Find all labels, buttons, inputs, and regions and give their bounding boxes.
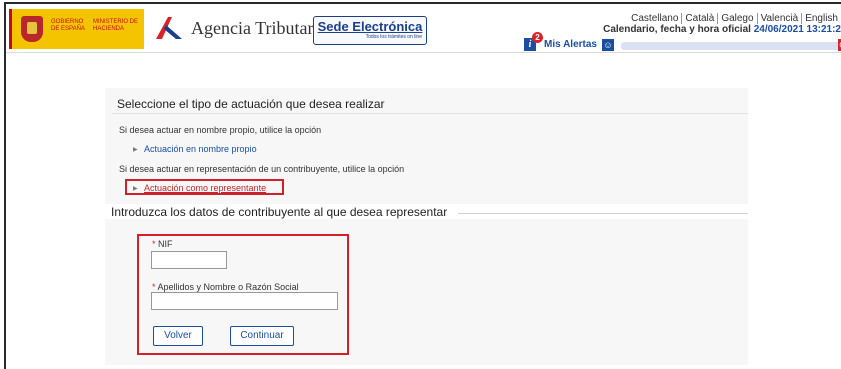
- highlight-box: [125, 179, 284, 195]
- language-selector: Castellano Català Galego Valencià English: [628, 13, 841, 24]
- agencia-tributaria-logo-icon[interactable]: [154, 15, 184, 41]
- name-label-text: Apellidos y Nombre o Razón Social: [157, 282, 299, 292]
- alerts-button[interactable]: i2 Mis Alertas: [524, 32, 597, 52]
- datetime-label[interactable]: Calendario, fecha y hora oficial: [603, 24, 751, 35]
- name-label: * Apellidos y Nombre o Razón Social: [152, 282, 299, 292]
- name-input[interactable]: [151, 292, 338, 310]
- ministerio-text: MINISTERIO DE HACIENDA: [93, 19, 139, 32]
- required-marker: *: [152, 282, 156, 292]
- agency-title[interactable]: Agencia Tributaria: [191, 18, 326, 39]
- arrow-right-icon: ▶: [133, 147, 138, 153]
- own-name-text: Si desea actuar en nombre propio, utilic…: [119, 125, 322, 135]
- alerts-count-badge: 2: [532, 32, 543, 43]
- user-icon[interactable]: ☺: [602, 39, 614, 51]
- gobierno-logo[interactable]: GOBIERNO DE ESPAÑA MINISTERIO DE HACIEND…: [9, 9, 144, 49]
- datetime-value: 24/06/2021 13:21:2: [753, 24, 841, 35]
- lang-valencia[interactable]: Valencià: [756, 13, 802, 24]
- lang-catala[interactable]: Català: [681, 13, 718, 24]
- nif-label: * NIF: [152, 239, 173, 249]
- gobierno-text: GOBIERNO DE ESPAÑA: [51, 19, 85, 32]
- lang-english[interactable]: English: [801, 13, 841, 24]
- alerts-label: Mis Alertas: [544, 39, 597, 50]
- logo-stripe: [9, 9, 12, 49]
- continue-button[interactable]: Continuar: [230, 326, 294, 346]
- info-icon: i2: [524, 32, 543, 51]
- sede-subtitle: Todos los trámites on line: [365, 34, 422, 40]
- divider: [112, 113, 748, 114]
- own-name-link[interactable]: Actuación en nombre propio: [144, 144, 257, 154]
- lang-castellano[interactable]: Castellano: [628, 13, 681, 24]
- section-divider: [458, 213, 748, 214]
- header: GOBIERNO DE ESPAÑA MINISTERIO DE HACIEND…: [6, 4, 841, 53]
- select-title: Seleccione el tipo de actuación que dese…: [117, 97, 385, 111]
- back-button[interactable]: Volver: [153, 326, 203, 346]
- sede-title: Sede Electrónica: [317, 19, 423, 34]
- nif-input[interactable]: [151, 251, 227, 269]
- coat-of-arms-icon: [21, 16, 43, 42]
- official-datetime: Calendario, fecha y hora oficial 24/06/2…: [603, 24, 841, 35]
- required-marker: *: [152, 239, 156, 249]
- representation-text: Si desea actuar en representación de un …: [119, 164, 405, 174]
- sede-electronica-logo[interactable]: Sede Electrónica Todos los trámites on l…: [313, 16, 427, 45]
- user-name-redacted: [621, 42, 841, 50]
- lang-galego[interactable]: Galego: [717, 13, 757, 24]
- nif-label-text: NIF: [158, 239, 173, 249]
- section-title: Introduzca los datos de contribuyente al…: [111, 205, 454, 219]
